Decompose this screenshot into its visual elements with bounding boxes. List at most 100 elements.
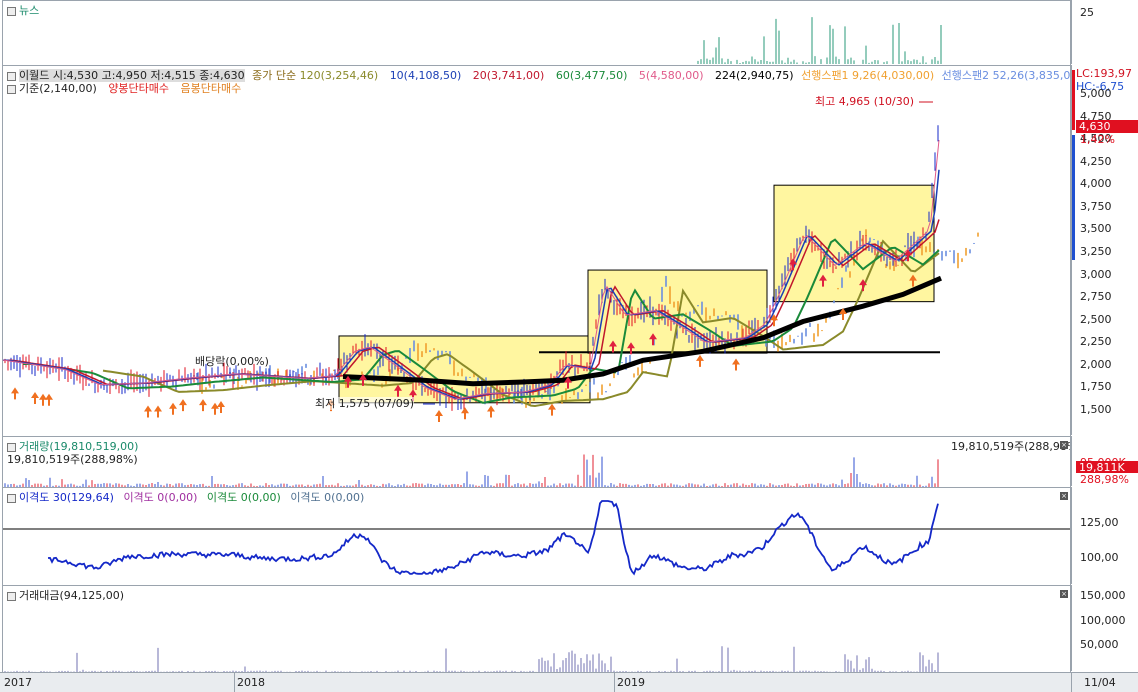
cloud-bar bbox=[849, 271, 851, 278]
cloud-bar bbox=[957, 252, 959, 269]
cloud-bar bbox=[705, 307, 707, 323]
x-label-date: 11/04 bbox=[1084, 676, 1116, 689]
low-annotation: 최저 1,575 (07/09) bbox=[315, 397, 415, 410]
disparity-b-legend: 이격도 0(0,00) bbox=[123, 491, 198, 504]
cloud-bar bbox=[969, 249, 971, 254]
buy-arrow-orange bbox=[487, 405, 495, 418]
news-axis-tick: 25 bbox=[1080, 6, 1094, 19]
news-axis: 25 bbox=[1071, 0, 1138, 64]
disparity-legend: 이격도 30(129,64) 이격도 0(0,00) 이격도 0(0,00) 이… bbox=[7, 491, 364, 504]
ma224-legend: 224(2,940,75) bbox=[715, 69, 794, 82]
buy-arrow-orange bbox=[154, 405, 162, 418]
x-label-2017: 2017 bbox=[4, 676, 32, 689]
amount-panel: 거래대금(94,125,00) × bbox=[2, 585, 1071, 673]
volume-right-label: 19,810,519주(288,98%) bbox=[951, 440, 1071, 453]
cloud-bar bbox=[733, 314, 735, 319]
disparity30-legend: 이격도 30(129,64) bbox=[19, 491, 114, 504]
close-icon[interactable]: × bbox=[1060, 590, 1068, 598]
buy-arrow-orange bbox=[217, 400, 225, 413]
cloud-bar bbox=[453, 360, 455, 376]
cloud-bar bbox=[833, 300, 835, 304]
cloud-bar bbox=[621, 362, 623, 364]
cloud-bar bbox=[961, 258, 963, 262]
highlight-box-3 bbox=[773, 184, 935, 303]
cloud-bar bbox=[945, 250, 947, 257]
panel-toggle-icon[interactable] bbox=[7, 84, 16, 94]
cloud-bar bbox=[785, 342, 787, 346]
close-icon[interactable]: × bbox=[1060, 441, 1068, 449]
cloud-bar bbox=[461, 368, 463, 377]
time-axis: 2017 2018 2019 11/04 bbox=[0, 672, 1138, 692]
cloud-bar bbox=[897, 264, 899, 266]
cloud-bar bbox=[697, 304, 699, 307]
buy-arrow-orange bbox=[211, 402, 219, 415]
amount-axis: 150,000 100,000 50,000 bbox=[1071, 585, 1138, 671]
cloud-bar bbox=[445, 350, 447, 353]
cloud-bar bbox=[809, 322, 811, 327]
lc-label: LC:193,97 bbox=[1076, 67, 1133, 80]
price-axis-tick: 2,750 bbox=[1080, 290, 1112, 304]
ohlc-summary: 이월드 시:4,530 고:4,950 저:4,515 종:4,630 bbox=[19, 69, 245, 82]
panel-toggle-icon[interactable] bbox=[7, 493, 16, 503]
amount-legend: 거래대금(94,125,00) bbox=[19, 589, 125, 602]
high-annotation: 최고 4,965 (10/30) bbox=[815, 95, 915, 108]
panel-toggle-icon[interactable] bbox=[7, 591, 16, 601]
cloud-bar bbox=[965, 247, 967, 256]
cloud-bar bbox=[825, 317, 827, 323]
cloud-bar bbox=[433, 348, 435, 351]
price-axis-tick: 5,000 bbox=[1080, 87, 1112, 100]
cloud-bar bbox=[973, 242, 975, 244]
close-icon[interactable]: × bbox=[1060, 492, 1068, 500]
volume-panel: 거래량(19,810,519,00) 19,810,519주(288,98%) … bbox=[2, 436, 1071, 488]
price-axis-tick: 3,250 bbox=[1080, 245, 1112, 258]
cloud-bar bbox=[429, 350, 431, 353]
cloud-bar bbox=[637, 367, 639, 376]
cloud-bar bbox=[605, 391, 607, 393]
cloud-bar bbox=[789, 334, 791, 343]
buy-arrow-orange bbox=[732, 358, 740, 371]
eum-legend: 음봉단타매수 bbox=[180, 82, 242, 95]
cloud-bar bbox=[241, 385, 243, 387]
x-label-2019: 2019 bbox=[617, 676, 645, 689]
current-price-marker: 4,630 bbox=[1076, 120, 1138, 133]
panel-toggle-icon[interactable] bbox=[7, 442, 16, 452]
ma10-legend: 10(4,108,50) bbox=[389, 69, 462, 82]
cloud-bar bbox=[437, 350, 439, 361]
cloud-bar bbox=[305, 363, 307, 368]
yang-legend: 양봉단타매수 bbox=[108, 82, 170, 95]
disparity-line bbox=[47, 500, 939, 576]
price-axis-tick: 2,500 bbox=[1080, 312, 1112, 326]
cloud-bar bbox=[597, 392, 599, 399]
cloud-bar bbox=[841, 277, 843, 288]
price-axis-tick: 4,000 bbox=[1080, 177, 1112, 191]
volume-axis: 95,000K 19,811K 288,98% bbox=[1071, 436, 1138, 486]
cloud-bar bbox=[457, 372, 459, 376]
ma20-legend: 20(3,741,00) bbox=[472, 69, 545, 82]
cloud-bar bbox=[425, 343, 427, 354]
disparity-panel: 이격도 30(129,64) 이격도 0(0,00) 이격도 0(0,00) 이… bbox=[2, 487, 1071, 586]
cloud-bar bbox=[377, 366, 379, 375]
ma120-legend: 120(3,254,46) bbox=[299, 69, 379, 82]
price-axis-tick: 2,250 bbox=[1080, 335, 1112, 349]
panel-toggle-icon[interactable] bbox=[7, 71, 16, 81]
cloud-bar bbox=[793, 338, 795, 344]
cloud-bar bbox=[413, 340, 415, 352]
price-legend-row1: 이월드 시:4,530 고:4,950 저:4,515 종:4,630 종가 단… bbox=[7, 69, 1071, 82]
price-axis-tick: 2,000 bbox=[1080, 357, 1112, 371]
buy-arrow-orange bbox=[144, 405, 152, 418]
buy-arrow-orange bbox=[199, 399, 207, 412]
price-axis-tick: 3,750 bbox=[1080, 199, 1112, 213]
cloud-bar bbox=[565, 388, 567, 401]
dividend-annotation: 배당락(0,00%) bbox=[195, 355, 269, 368]
cloud-bar bbox=[593, 378, 595, 385]
change-pct: 1,42% bbox=[1080, 133, 1115, 146]
cloud-bar bbox=[213, 384, 215, 389]
cloud-bar bbox=[953, 250, 955, 264]
volume-axis-pct: 288,98% bbox=[1080, 473, 1129, 486]
cloud-bar bbox=[925, 246, 927, 253]
span2-legend: 선행스팬2 52,26(3,835,00) bbox=[941, 69, 1071, 82]
cloud-bar bbox=[661, 286, 663, 302]
news-panel: 뉴스 bbox=[2, 0, 1071, 66]
price-axis-tick: 1,500 bbox=[1080, 403, 1112, 416]
cloud-bar bbox=[421, 351, 423, 358]
